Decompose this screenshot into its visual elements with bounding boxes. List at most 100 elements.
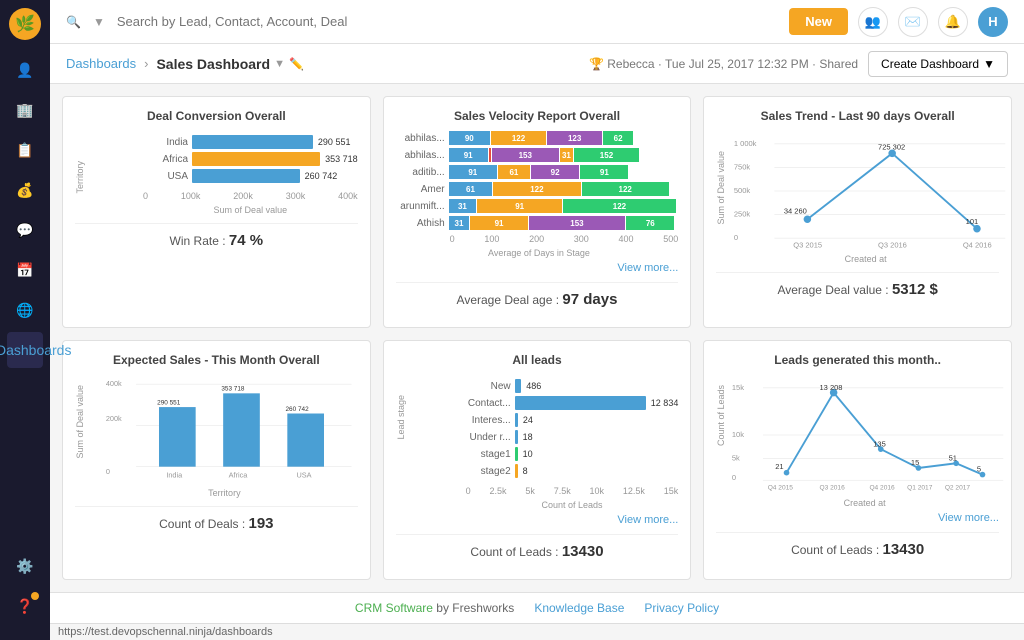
sidebar-item-settings[interactable]: ⚙️ xyxy=(7,548,43,584)
breadcrumb-current: Sales Dashboard ▼ ✏️ xyxy=(156,56,303,72)
page-footer: CRM Software by Freshworks Knowledge Bas… xyxy=(50,592,1024,623)
stacked-row-3: Amer 61 122 122 xyxy=(400,182,679,196)
card-expected-sales: Expected Sales - This Month Overall Sum … xyxy=(62,340,371,580)
card-footer-leads-generated: Count of Leads : 13430 xyxy=(716,532,999,558)
svg-text:260 742: 260 742 xyxy=(285,406,309,413)
x-axis-trend: Created at xyxy=(732,254,999,264)
avatar[interactable]: H xyxy=(978,7,1008,37)
svg-text:0: 0 xyxy=(732,473,736,482)
x-axis-expected: Territory xyxy=(91,488,358,498)
sidebar-item-dashboards[interactable]: 📊 Dashboards xyxy=(7,332,43,368)
all-leads-chart: Lead stage New 486 Contact... 12 834 xyxy=(396,375,679,510)
stacked-row-2: aditib... 91 61 92 91 xyxy=(400,165,679,179)
card-sales-trend: Sales Trend - Last 90 days Overall Sum o… xyxy=(703,96,1012,328)
sidebar-tooltip-dashboards: Dashboards xyxy=(0,342,71,358)
svg-text:Q1 2017: Q1 2017 xyxy=(907,485,933,492)
card-footer-deal-conversion: Win Rate : 74 % xyxy=(75,223,358,249)
breadcrumb-parent[interactable]: Dashboards xyxy=(66,56,136,71)
footer-crm-link[interactable]: CRM Software xyxy=(355,601,433,615)
lead-bar-interested: Interes... 24 xyxy=(466,413,679,427)
sidebar-item-messages[interactable]: 💬 xyxy=(7,212,43,248)
bar-row-usa: USA 260 742 xyxy=(143,169,358,183)
card-title-sales-velocity: Sales Velocity Report Overall xyxy=(396,109,679,123)
x-axis-leads: Count of Leads xyxy=(466,500,679,510)
expected-sales-chart: Sum of Deal value 400k 200k 0 290 551 xyxy=(75,375,358,498)
stacked-row-0: abhilas... 90 122 123 62 xyxy=(400,131,679,145)
svg-text:750k: 750k xyxy=(734,162,751,171)
card-title-sales-trend: Sales Trend - Last 90 days Overall xyxy=(716,109,999,123)
svg-text:51: 51 xyxy=(949,453,957,462)
view-more-velocity[interactable]: View more... xyxy=(396,262,679,274)
svg-text:India: India xyxy=(166,471,183,480)
sidebar-item-integrations[interactable]: 🌐 xyxy=(7,292,43,328)
card-footer-trend: Average Deal value : 5312 $ xyxy=(716,272,999,298)
svg-text:10k: 10k xyxy=(732,430,744,439)
lead-bar-new: New 486 xyxy=(466,379,679,393)
sidebar: 🌿 👤 🏢 📋 💰 💬 📅 🌐 📊 Dashboards ⚙️ ❓ xyxy=(0,0,50,640)
dashboard-grid: Deal Conversion Overall Territory India … xyxy=(50,84,1024,592)
svg-text:1 000k: 1 000k xyxy=(734,139,757,148)
sidebar-item-sales[interactable]: 💰 xyxy=(7,172,43,208)
svg-text:135: 135 xyxy=(874,439,887,448)
lead-bar-under-review: Under r... 18 xyxy=(466,430,679,444)
breadcrumb-actions: 🏆 Rebecca · Tue Jul 25, 2017 12:32 PM · … xyxy=(589,51,1008,77)
svg-text:500k: 500k xyxy=(734,186,751,195)
svg-text:725 302: 725 302 xyxy=(878,143,905,152)
svg-text:34 260: 34 260 xyxy=(784,207,807,216)
lead-bar-stage2: stage2 8 xyxy=(466,464,679,478)
lead-bar-contact: Contact... 12 834 xyxy=(466,396,679,410)
svg-text:5: 5 xyxy=(977,465,981,474)
svg-text:21: 21 xyxy=(776,462,784,471)
card-footer-all-leads: Count of Leads : 13430 xyxy=(396,534,679,560)
bar-row-africa: Africa 353 718 xyxy=(143,152,358,166)
app-logo[interactable]: 🌿 xyxy=(9,8,41,40)
new-button[interactable]: New xyxy=(789,8,848,35)
card-all-leads: All leads Lead stage New 486 Contact... xyxy=(383,340,692,580)
sales-velocity-chart: abhilas... 90 122 123 62 abhilas... 91 1… xyxy=(396,131,679,258)
view-more-leads-gen[interactable]: View more... xyxy=(716,512,999,524)
svg-text:USA: USA xyxy=(296,471,311,480)
card-leads-generated: Leads generated this month.. Count of Le… xyxy=(703,340,1012,580)
svg-text:353 718: 353 718 xyxy=(221,386,245,393)
card-footer-expected-sales: Count of Deals : 193 xyxy=(75,506,358,532)
search-icon: 🔍 xyxy=(66,15,81,29)
svg-text:15: 15 xyxy=(911,458,919,467)
main-content: 🔍 ▼ New 👥 ✉️ 🔔 H Dashboards › Sales Dash… xyxy=(50,0,1024,640)
sidebar-item-calendar[interactable]: 📅 xyxy=(7,252,43,288)
sidebar-item-contacts[interactable]: 👤 xyxy=(7,52,43,88)
footer-pp-link[interactable]: Privacy Policy xyxy=(644,601,719,615)
card-sales-velocity: Sales Velocity Report Overall abhilas...… xyxy=(383,96,692,328)
bell-icon-btn[interactable]: 🔔 xyxy=(938,7,968,37)
create-dashboard-button[interactable]: Create Dashboard ▼ xyxy=(868,51,1008,77)
edit-icon[interactable]: ✏️ xyxy=(289,57,304,71)
view-more-leads[interactable]: View more... xyxy=(396,514,679,526)
contacts-icon-btn[interactable]: 👥 xyxy=(858,7,888,37)
dropdown-icon[interactable]: ▼ xyxy=(274,58,285,70)
svg-text:250k: 250k xyxy=(734,209,751,218)
sidebar-item-help[interactable]: ❓ xyxy=(7,588,43,624)
bar-row-india: India 290 551 xyxy=(143,135,358,149)
card-title-deal-conversion: Deal Conversion Overall xyxy=(75,109,358,123)
card-title-expected-sales: Expected Sales - This Month Overall xyxy=(75,353,358,367)
footer-by-text: by Freshworks xyxy=(436,601,514,615)
sidebar-item-accounts[interactable]: 🏢 xyxy=(7,92,43,128)
user-info: 🏆 Rebecca · Tue Jul 25, 2017 12:32 PM · … xyxy=(589,57,858,71)
svg-text:Q4 2015: Q4 2015 xyxy=(768,485,794,492)
sales-trend-chart: Sum of Deal value 1 000k 750k 500k 250k … xyxy=(716,131,999,264)
stacked-row-1: abhilas... 91 153 31 152 xyxy=(400,148,679,162)
svg-text:0: 0 xyxy=(106,467,110,476)
topnav-right: New 👥 ✉️ 🔔 H xyxy=(789,7,1008,37)
search-dropdown-icon[interactable]: ▼ xyxy=(93,15,105,29)
search-input[interactable] xyxy=(117,14,417,29)
lead-bar-stage1: stage1 10 xyxy=(466,447,679,461)
svg-text:Q4 2016: Q4 2016 xyxy=(963,241,992,250)
sidebar-item-deals[interactable]: 📋 xyxy=(7,132,43,168)
mail-icon-btn[interactable]: ✉️ xyxy=(898,7,928,37)
breadcrumb-bar: Dashboards › Sales Dashboard ▼ ✏️ 🏆 Rebe… xyxy=(50,44,1024,84)
breadcrumb-separator: › xyxy=(144,56,148,71)
card-footer-velocity: Average Deal age : 97 days xyxy=(396,282,679,308)
footer-kb-link[interactable]: Knowledge Base xyxy=(534,601,624,615)
svg-text:Q2 2017: Q2 2017 xyxy=(945,485,971,492)
x-axis-velocity: Average of Days in Stage xyxy=(400,248,679,258)
svg-text:Africa: Africa xyxy=(229,471,249,480)
